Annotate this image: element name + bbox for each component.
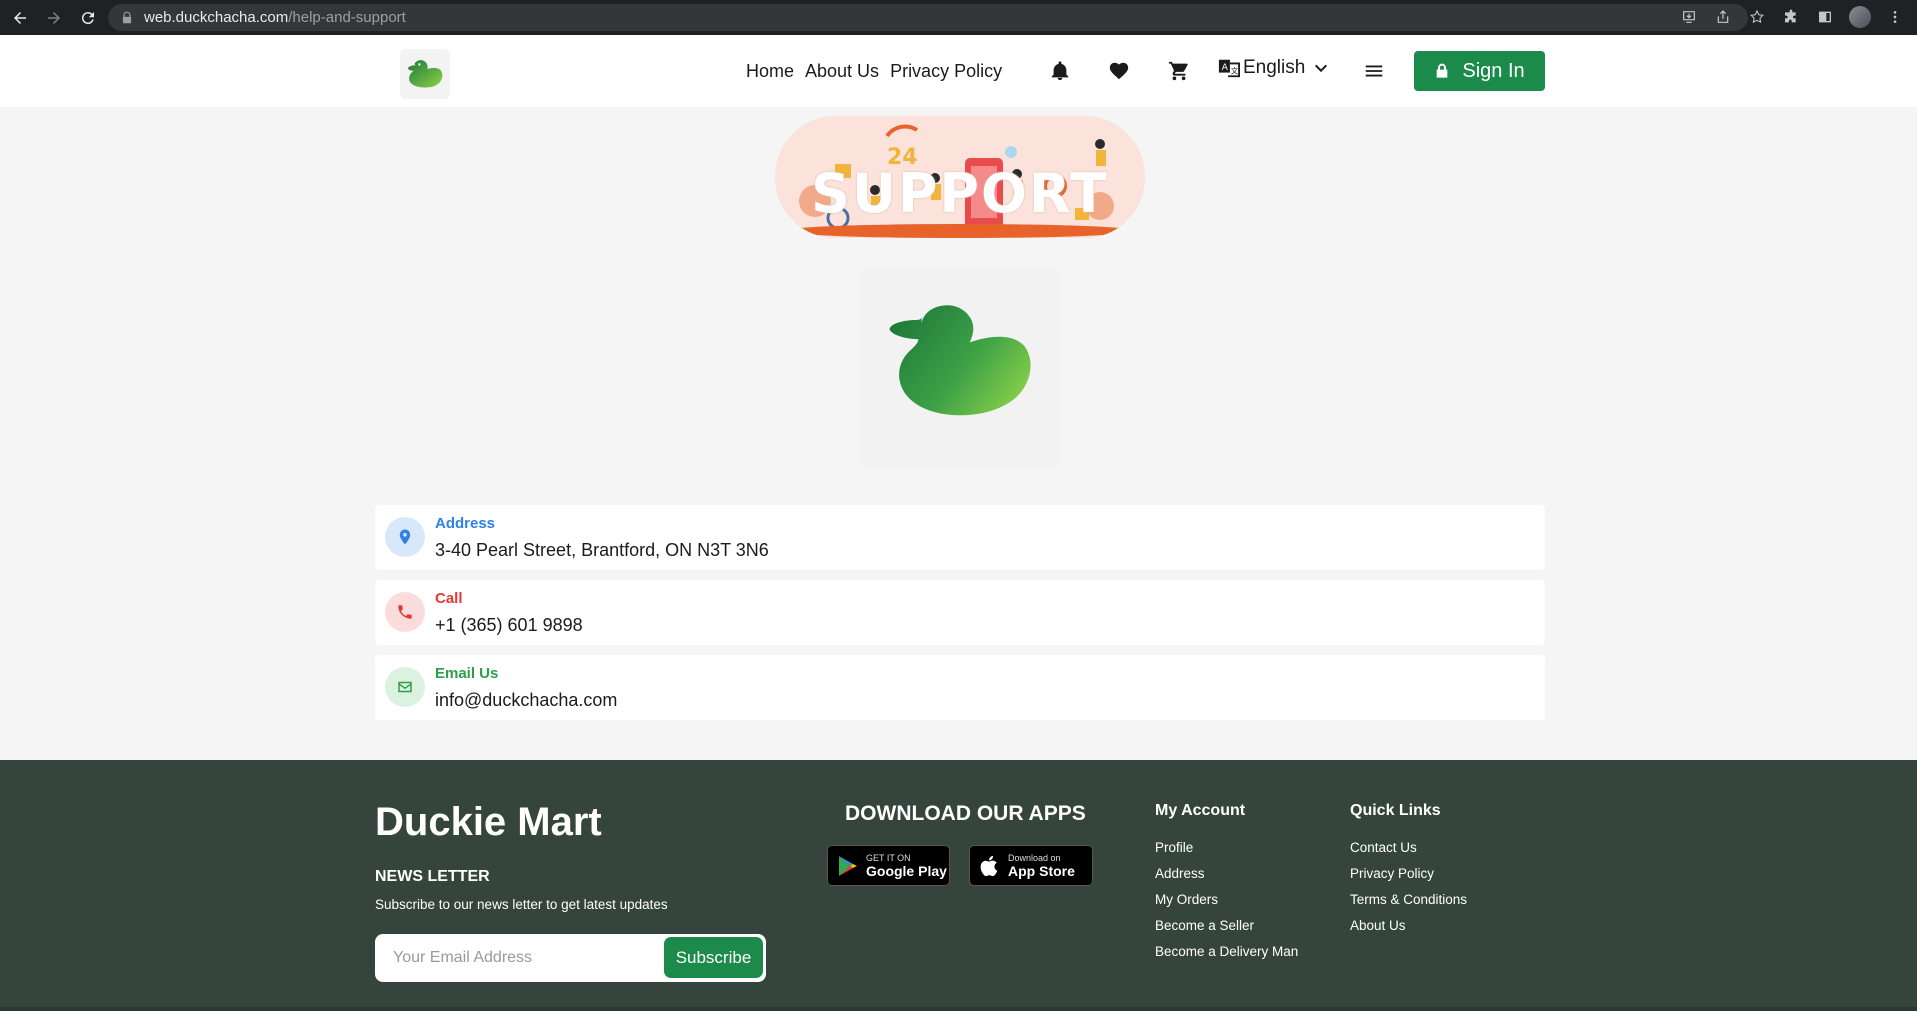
duck-icon — [889, 305, 1031, 416]
site-footer: Duckie Mart NEWS LETTER Subscribe to our… — [0, 760, 1917, 1011]
sign-in-button[interactable]: Sign In — [1414, 51, 1545, 91]
reload-icon[interactable] — [74, 4, 102, 32]
cart-icon[interactable] — [1167, 59, 1191, 83]
quick-links-title: Quick Links — [1350, 802, 1441, 819]
star-icon[interactable] — [1747, 7, 1767, 27]
address-title: Address — [435, 515, 496, 532]
google-play-icon — [839, 855, 857, 876]
download-apps-title: DOWNLOAD OUR APPS — [845, 802, 1086, 825]
quick-links-list: Contact Us Privacy Policy Terms & Condit… — [1350, 840, 1467, 944]
call-value[interactable]: +1 (365) 601 9898 — [435, 615, 583, 636]
email-value[interactable]: info@duckchacha.com — [435, 690, 617, 711]
newsletter-form: Subscribe — [375, 934, 766, 982]
lock-icon — [122, 11, 132, 23]
google-play-big: Google Play — [866, 862, 947, 879]
main-nav: Home About Us Privacy Policy — [746, 35, 1013, 107]
newsletter-description: Subscribe to our news letter to get late… — [375, 897, 668, 912]
support-banner-image: 24 SUPPORT — [775, 116, 1145, 238]
browser-toolbar: web.duckchacha.com/help-and-support — [0, 0, 1917, 35]
bell-icon[interactable] — [1048, 59, 1072, 83]
phone-icon — [385, 592, 425, 632]
nav-about-us[interactable]: About Us — [805, 61, 879, 82]
install-icon[interactable] — [1679, 7, 1699, 27]
duck-logo-icon — [408, 60, 443, 88]
sidepanel-icon[interactable] — [1815, 7, 1835, 27]
app-store-small: Download on — [1008, 852, 1061, 863]
footer-link-terms[interactable]: Terms & Conditions — [1350, 892, 1467, 918]
google-play-small: GET IT ON — [866, 852, 911, 863]
call-title: Call — [435, 590, 463, 607]
google-play-badge[interactable]: GET IT ON Google Play — [827, 845, 950, 886]
menu-icon[interactable] — [1362, 59, 1386, 83]
contact-address-card: Address 3-40 Pearl Street, Brantford, ON… — [375, 505, 1545, 570]
extensions-icon[interactable] — [1781, 7, 1801, 27]
location-pin-icon — [385, 517, 425, 557]
duck-mascot-image — [860, 268, 1060, 468]
url-host: web.duckchacha.com — [144, 9, 289, 26]
app-store-badge[interactable]: Download on App Store — [969, 845, 1093, 886]
my-account-links: Profile Address My Orders Become a Selle… — [1155, 840, 1298, 970]
footer-link-contact-us[interactable]: Contact Us — [1350, 840, 1467, 866]
nav-privacy-policy[interactable]: Privacy Policy — [890, 61, 1002, 82]
footer-divider — [0, 1007, 1917, 1011]
back-icon[interactable] — [6, 4, 34, 32]
contact-email-card: Email Us info@duckchacha.com — [375, 655, 1545, 720]
banner-stage — [783, 224, 1137, 238]
chevron-down-icon — [1315, 64, 1328, 73]
url-path: /help-and-support — [288, 9, 406, 26]
app-store-big: App Store — [1008, 862, 1075, 879]
support-banner-text: SUPPORT — [811, 162, 1109, 225]
heart-icon[interactable] — [1107, 59, 1131, 83]
my-account-title: My Account — [1155, 802, 1246, 819]
footer-link-about-us[interactable]: About Us — [1350, 918, 1467, 944]
footer-brand: Duckie Mart — [375, 800, 602, 844]
forward-icon[interactable] — [40, 4, 68, 32]
mail-icon — [385, 667, 425, 707]
sign-in-label: Sign In — [1462, 59, 1525, 82]
language-label: English — [1243, 57, 1306, 78]
address-value: 3-40 Pearl Street, Brantford, ON N3T 3N6 — [435, 540, 769, 560]
lock-icon — [1437, 63, 1448, 78]
language-selector[interactable]: A文 English — [1218, 57, 1332, 79]
footer-link-address[interactable]: Address — [1155, 866, 1298, 892]
translate-icon: A文 — [1218, 59, 1240, 78]
address-bar[interactable]: web.duckchacha.com/help-and-support — [108, 4, 1748, 31]
site-header: Home About Us Privacy Policy A文 English … — [0, 35, 1917, 107]
newsletter-title: NEWS LETTER — [375, 868, 490, 885]
footer-link-privacy-policy[interactable]: Privacy Policy — [1350, 866, 1467, 892]
logo[interactable] — [400, 49, 450, 99]
newsletter-email-input[interactable] — [393, 946, 653, 970]
footer-link-profile[interactable]: Profile — [1155, 840, 1298, 866]
email-title: Email Us — [435, 665, 499, 682]
apple-icon — [980, 855, 998, 876]
more-vert-icon[interactable] — [1885, 7, 1905, 27]
svg-text:A: A — [1222, 62, 1229, 73]
footer-link-my-orders[interactable]: My Orders — [1155, 892, 1298, 918]
footer-link-become-seller[interactable]: Become a Seller — [1155, 918, 1298, 944]
contact-call-card: Call +1 (365) 601 9898 — [375, 580, 1545, 645]
svg-text:文: 文 — [1231, 67, 1239, 76]
nav-home[interactable]: Home — [746, 61, 794, 82]
subscribe-button[interactable]: Subscribe — [664, 937, 763, 978]
footer-link-become-delivery-man[interactable]: Become a Delivery Man — [1155, 944, 1298, 970]
share-icon[interactable] — [1713, 7, 1733, 27]
profile-avatar[interactable] — [1849, 6, 1871, 28]
